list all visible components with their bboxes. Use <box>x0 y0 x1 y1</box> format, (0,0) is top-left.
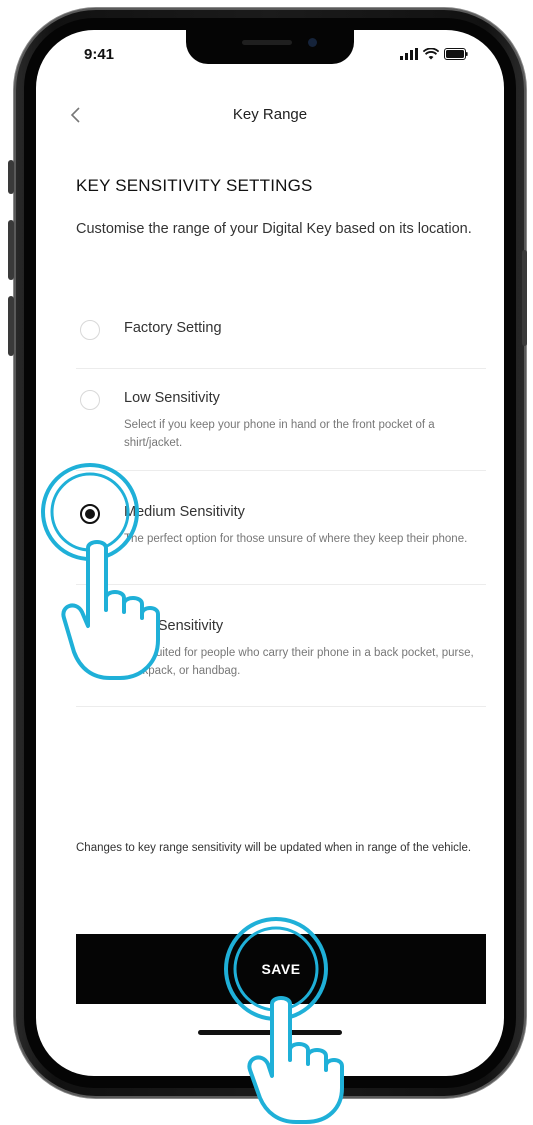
footer-note: Changes to key range sensitivity will be… <box>76 842 472 854</box>
status-icons <box>400 48 468 60</box>
radio-high-sensitivity[interactable] <box>80 618 100 638</box>
home-indicator <box>198 1030 342 1035</box>
volume-down-button <box>8 296 14 356</box>
option-label: High Sensitivity <box>124 618 224 634</box>
silent-switch <box>8 160 14 194</box>
radio-factory-setting[interactable] <box>80 320 100 340</box>
option-label: Low Sensitivity <box>124 390 220 406</box>
option-factory-setting[interactable]: Factory Setting <box>76 306 486 369</box>
front-camera <box>308 38 317 47</box>
phone-screen: 9:41 Key Range KEY SENSITIVITY SETTINGS … <box>36 30 504 1076</box>
volume-up-button <box>8 220 14 280</box>
wifi-icon <box>423 48 439 60</box>
stage: 9:41 Key Range KEY SENSITIVITY SETTINGS … <box>0 0 533 1125</box>
radio-medium-sensitivity[interactable] <box>80 504 100 524</box>
page-title: Key Range <box>232 106 308 123</box>
option-description: The perfect option for those unsure of w… <box>124 533 468 545</box>
option-medium-sensitivity[interactable]: Medium Sensitivity The perfect option fo… <box>76 470 486 585</box>
save-button[interactable]: SAVE <box>76 934 486 1004</box>
radio-low-sensitivity[interactable] <box>80 390 100 410</box>
battery-icon <box>444 48 468 60</box>
option-low-sensitivity[interactable]: Low Sensitivity Select if you keep your … <box>76 368 486 471</box>
nav-bar: Key Range <box>36 90 504 140</box>
power-button <box>522 250 527 346</box>
option-high-sensitivity[interactable]: High Sensitivity Best suited for people … <box>76 584 486 707</box>
option-description: Best suited for people who carry their p… <box>124 647 474 677</box>
cellular-signal-icon <box>400 48 418 60</box>
section-heading: KEY SENSITIVITY SETTINGS <box>76 176 313 195</box>
section-description: Customise the range of your Digital Key … <box>76 221 472 237</box>
speaker-grille <box>242 40 292 45</box>
option-label: Medium Sensitivity <box>124 504 245 520</box>
option-label: Factory Setting <box>124 320 222 336</box>
status-time: 9:41 <box>84 46 115 63</box>
option-description: Select if you keep your phone in hand or… <box>124 419 435 449</box>
notch <box>186 30 354 64</box>
